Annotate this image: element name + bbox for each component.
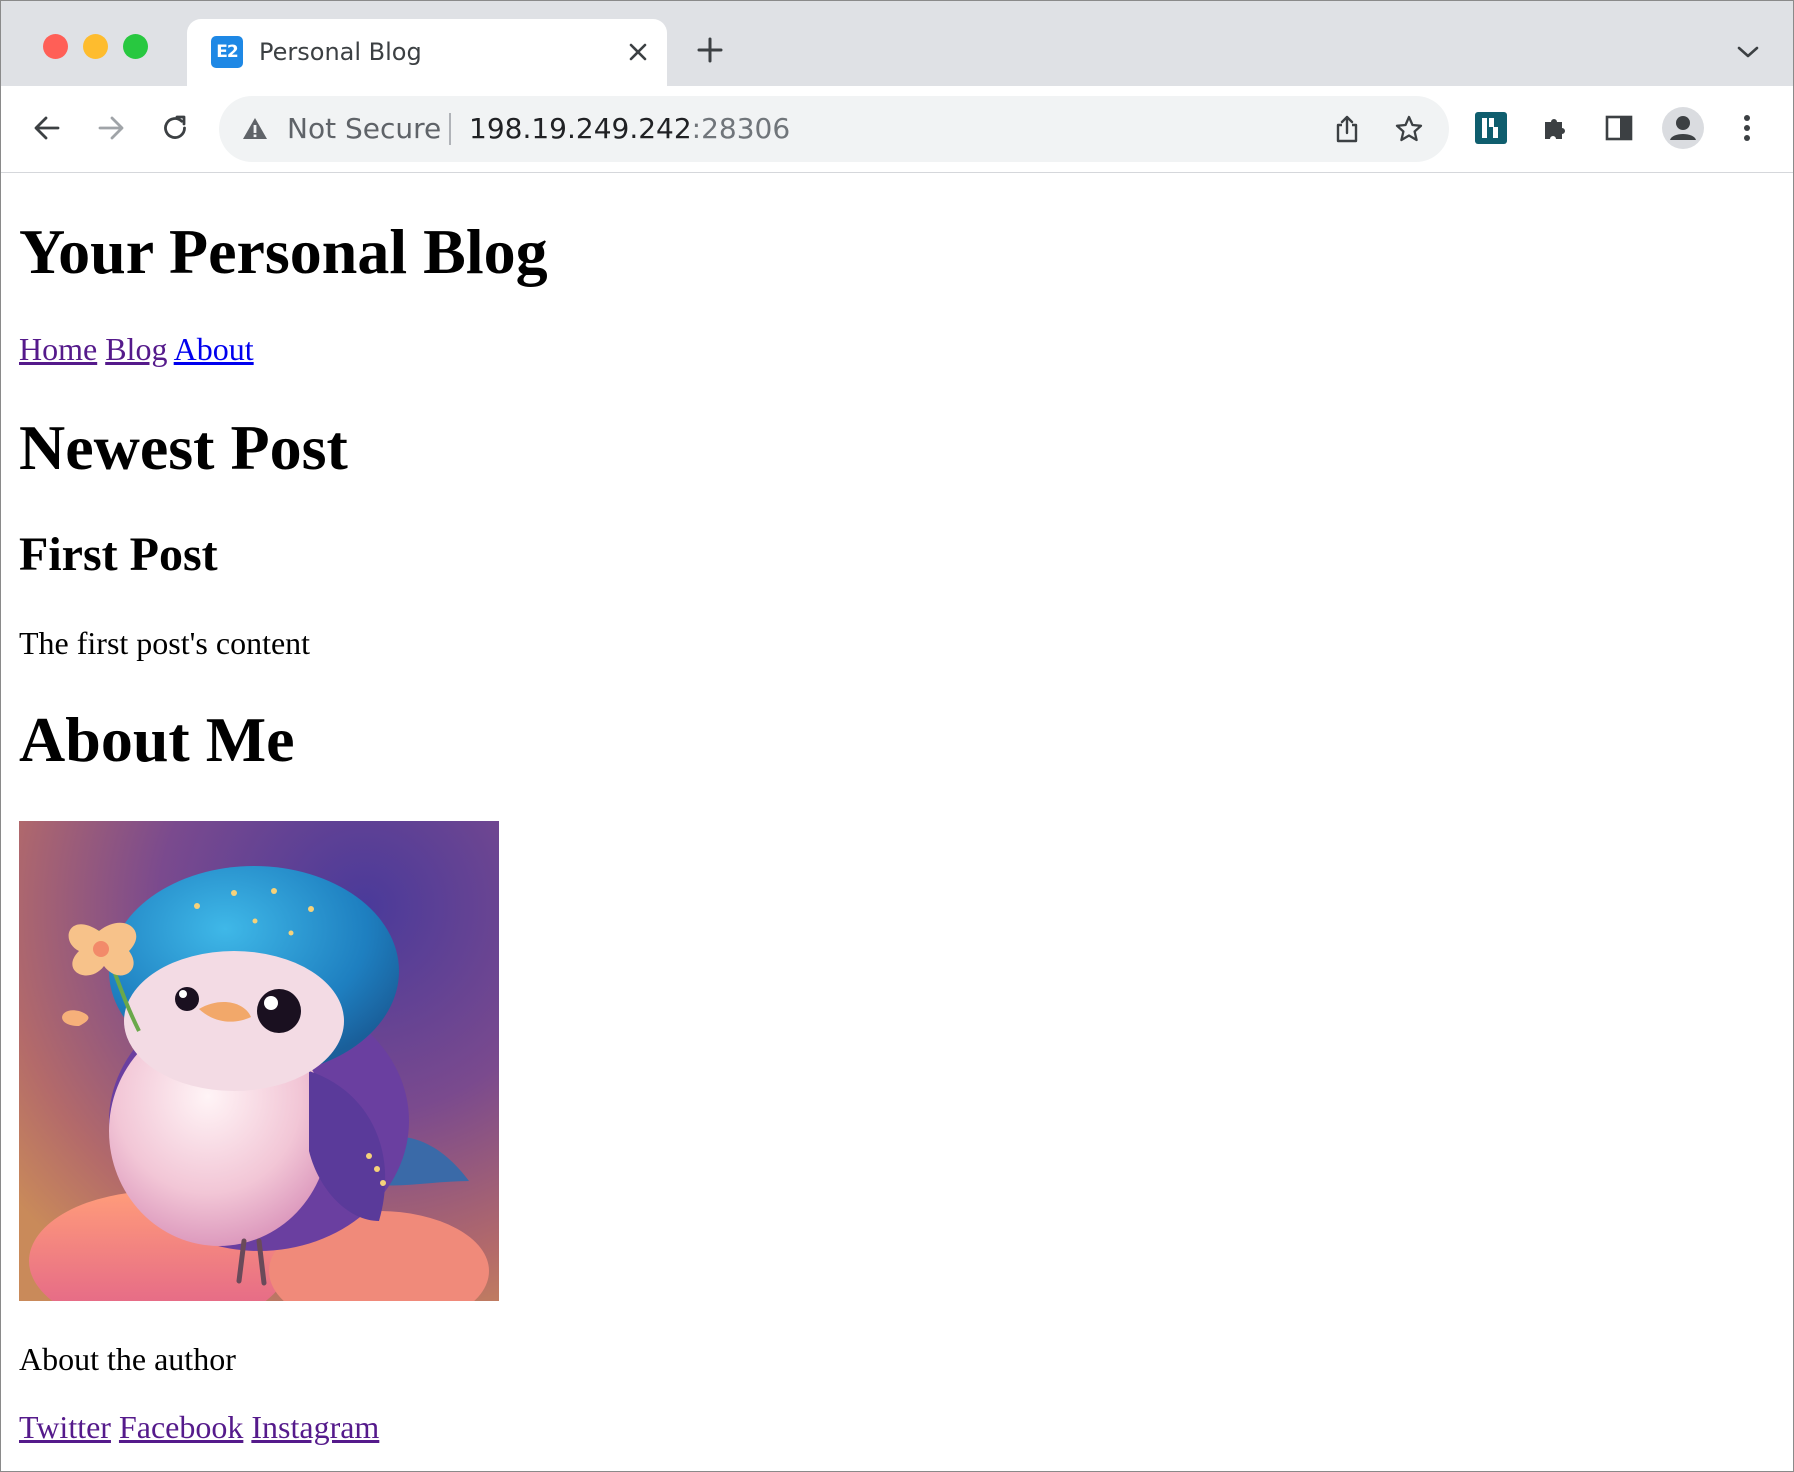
nav-link-about[interactable]: About bbox=[174, 331, 254, 367]
zoom-window-button[interactable] bbox=[123, 34, 148, 59]
puzzle-extensions-icon[interactable] bbox=[1533, 106, 1577, 150]
forward-icon[interactable] bbox=[89, 106, 133, 150]
omnibox-divider bbox=[449, 113, 451, 145]
extension-teal-icon[interactable] bbox=[1469, 106, 1513, 150]
tab-strip: E2 Personal Blog bbox=[1, 1, 1793, 86]
site-title: Your Personal Blog bbox=[19, 216, 548, 287]
minimize-window-button[interactable] bbox=[83, 34, 108, 59]
social-links: Twitter Facebook Instagram bbox=[19, 1409, 379, 1446]
back-icon[interactable] bbox=[25, 106, 69, 150]
address-bar[interactable]: Not Secure 198.19.249.242:28306 bbox=[219, 96, 1449, 162]
bookmark-star-icon[interactable] bbox=[1389, 109, 1429, 149]
social-link-twitter[interactable]: Twitter bbox=[19, 1409, 111, 1445]
new-tab-icon[interactable] bbox=[693, 33, 727, 67]
social-link-facebook[interactable]: Facebook bbox=[119, 1409, 243, 1445]
nav-link-blog[interactable]: Blog bbox=[105, 331, 167, 367]
url-text[interactable]: 198.19.249.242:28306 bbox=[469, 112, 790, 145]
side-panel-icon[interactable] bbox=[1597, 106, 1641, 150]
share-icon[interactable] bbox=[1327, 109, 1367, 149]
tab-title: Personal Blog bbox=[259, 38, 422, 66]
page-content: Your Personal Blog Home Blog About Newes… bbox=[19, 173, 1775, 1471]
about-text: About the author bbox=[19, 1341, 236, 1377]
favicon-icon: E2 bbox=[211, 36, 243, 68]
tab-close-icon[interactable] bbox=[621, 35, 655, 69]
more-menu-icon[interactable] bbox=[1725, 106, 1769, 150]
tab-personal-blog[interactable]: E2 Personal Blog bbox=[187, 19, 667, 86]
url-port: :28306 bbox=[691, 112, 791, 145]
browser-window: E2 Personal Blog Not Secure 198.19.249.2… bbox=[0, 0, 1794, 1472]
close-window-button[interactable] bbox=[43, 34, 68, 59]
post-content: The first post's content bbox=[19, 625, 311, 661]
security-label[interactable]: Not Secure bbox=[287, 112, 441, 145]
url-host: 198.19.249.242 bbox=[469, 112, 692, 145]
newest-post-heading: Newest Post bbox=[19, 412, 348, 483]
post-title: First Post bbox=[19, 528, 218, 581]
warning-icon[interactable] bbox=[241, 115, 269, 143]
browser-toolbar: Not Secure 198.19.249.242:28306 bbox=[1, 86, 1793, 173]
about-me-heading: About Me bbox=[19, 704, 295, 775]
main-nav: Home Blog About bbox=[19, 331, 254, 368]
tab-search-chevron-icon[interactable] bbox=[1731, 37, 1765, 67]
author-portrait bbox=[19, 821, 499, 1301]
nav-link-home[interactable]: Home bbox=[19, 331, 97, 367]
profile-avatar-icon[interactable] bbox=[1661, 106, 1705, 150]
social-link-instagram[interactable]: Instagram bbox=[251, 1409, 379, 1445]
reload-icon[interactable] bbox=[153, 106, 197, 150]
